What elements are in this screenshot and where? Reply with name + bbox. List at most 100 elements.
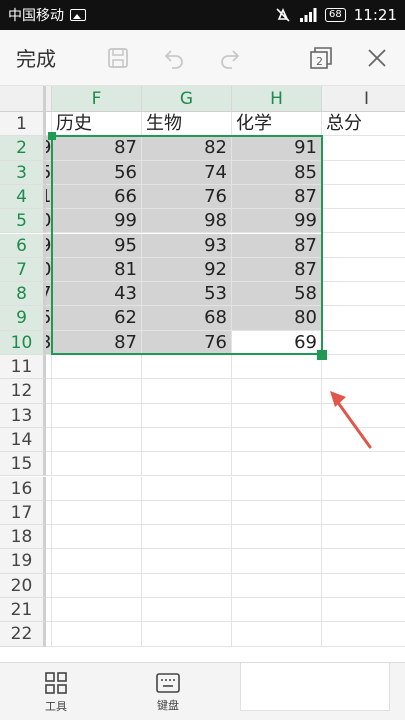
cell-h8[interactable]: 58 (232, 282, 322, 307)
row-header-1[interactable]: 1 (0, 112, 46, 137)
row-header-16[interactable]: 16 (0, 476, 46, 501)
cell-h6[interactable]: 87 (232, 233, 322, 258)
cell-i21[interactable] (322, 598, 405, 623)
cell-i8[interactable] (322, 282, 405, 307)
multi-window-icon[interactable]: 2 (293, 30, 349, 86)
cell-i20[interactable] (322, 574, 405, 598)
cell-f8[interactable]: 43 (52, 282, 142, 307)
cell-i2[interactable] (322, 136, 405, 161)
close-icon[interactable] (349, 30, 405, 86)
cell-h18[interactable] (232, 525, 322, 550)
cell-h13[interactable] (232, 403, 322, 428)
cell-i6[interactable] (322, 234, 405, 258)
cell-h12[interactable] (232, 379, 322, 404)
cell-h19[interactable] (232, 549, 322, 574)
cell-f21[interactable] (52, 598, 142, 623)
spreadsheet-grid[interactable]: FGHI1历史生物化学总分298782913556748541667687509… (0, 86, 405, 662)
selection-handle-top-left[interactable] (48, 132, 56, 141)
cell-h17[interactable] (232, 500, 322, 526)
cell-h16[interactable] (232, 476, 322, 501)
cell-i15[interactable] (322, 452, 405, 477)
cell-i22[interactable] (322, 622, 405, 647)
cell-i7[interactable] (322, 258, 405, 283)
cell-g20[interactable] (142, 573, 232, 598)
cell-g21[interactable] (142, 598, 232, 623)
cell-g6[interactable]: 93 (142, 233, 232, 258)
cell-f13[interactable] (52, 403, 142, 428)
column-header-i[interactable]: I (322, 86, 405, 112)
cell-f2[interactable]: 87 (52, 136, 142, 161)
cell-g12[interactable] (142, 379, 232, 404)
row-header-14[interactable]: 14 (0, 427, 46, 453)
cell-h20[interactable] (232, 573, 322, 598)
cell-f17[interactable] (52, 500, 142, 526)
row-header-4[interactable]: 4 (0, 184, 46, 210)
cell-i1[interactable]: 总分 (322, 112, 405, 137)
cell-f5[interactable]: 99 (52, 209, 142, 234)
cell-f22[interactable] (52, 622, 142, 647)
row-header-2[interactable]: 2 (0, 136, 46, 161)
cell-i5[interactable] (322, 209, 405, 234)
row-header-19[interactable]: 19 (0, 549, 46, 574)
row-header-10[interactable]: 10 (0, 330, 46, 355)
selection-handle-bottom-right[interactable] (317, 350, 327, 360)
cell-g14[interactable] (142, 427, 232, 453)
cell-g1[interactable]: 生物 (142, 112, 232, 137)
row-header-15[interactable]: 15 (0, 452, 46, 477)
cell-f3[interactable]: 56 (52, 160, 142, 185)
cell-g9[interactable]: 68 (142, 306, 232, 331)
cell-f19[interactable] (52, 549, 142, 574)
cell-f1[interactable]: 历史 (52, 112, 142, 137)
cell-g7[interactable]: 92 (142, 257, 232, 283)
cell-i9[interactable] (322, 306, 405, 331)
cell-g5[interactable]: 98 (142, 209, 232, 234)
cell-g15[interactable] (142, 452, 232, 477)
cell-i18[interactable] (322, 525, 405, 550)
cell-i19[interactable] (322, 549, 405, 574)
cell-g8[interactable]: 53 (142, 282, 232, 307)
cell-h15[interactable] (232, 452, 322, 477)
cell-g19[interactable] (142, 549, 232, 574)
tools-button[interactable]: 工具 (0, 663, 112, 720)
row-header-11[interactable]: 11 (0, 355, 46, 380)
cell-i4[interactable] (322, 185, 405, 210)
cell-h7[interactable]: 87 (232, 257, 322, 283)
cell-g3[interactable]: 74 (142, 160, 232, 185)
row-header-13[interactable]: 13 (0, 403, 46, 428)
cell-f14[interactable] (52, 427, 142, 453)
cell-f10[interactable]: 87 (52, 330, 142, 355)
cell-f6[interactable]: 95 (52, 233, 142, 258)
done-button[interactable]: 完成 (0, 43, 90, 72)
cell-h2[interactable]: 91 (232, 136, 322, 161)
cell-i11[interactable] (322, 355, 405, 380)
row-header-5[interactable]: 5 (0, 209, 46, 234)
cell-i10[interactable] (322, 331, 405, 355)
cell-h4[interactable]: 87 (232, 184, 322, 210)
keyboard-button[interactable]: 键盘 (112, 663, 224, 720)
cell-g16[interactable] (142, 476, 232, 501)
cell-h22[interactable] (232, 622, 322, 647)
cell-g22[interactable] (142, 622, 232, 647)
row-header-12[interactable]: 12 (0, 379, 46, 404)
cell-h9[interactable]: 80 (232, 306, 322, 331)
cell-f11[interactable] (52, 355, 142, 380)
column-header-f[interactable]: F (52, 86, 142, 112)
save-icon[interactable] (90, 30, 146, 86)
cell-f4[interactable]: 66 (52, 184, 142, 210)
cell-f16[interactable] (52, 476, 142, 501)
cell-h1[interactable]: 化学 (232, 112, 322, 137)
redo-icon[interactable] (202, 30, 258, 86)
cell-g13[interactable] (142, 403, 232, 428)
cell-f7[interactable]: 81 (52, 257, 142, 283)
cell-h10[interactable]: 69 (232, 330, 322, 355)
column-header-g[interactable]: G (142, 86, 232, 112)
cell-g10[interactable]: 76 (142, 330, 232, 355)
row-header-20[interactable]: 20 (0, 573, 46, 598)
cell-i3[interactable] (322, 161, 405, 185)
row-header-7[interactable]: 7 (0, 257, 46, 283)
row-header-18[interactable]: 18 (0, 525, 46, 550)
row-header-21[interactable]: 21 (0, 598, 46, 623)
cell-h14[interactable] (232, 427, 322, 453)
cell-g2[interactable]: 82 (142, 136, 232, 161)
cell-f9[interactable]: 62 (52, 306, 142, 331)
